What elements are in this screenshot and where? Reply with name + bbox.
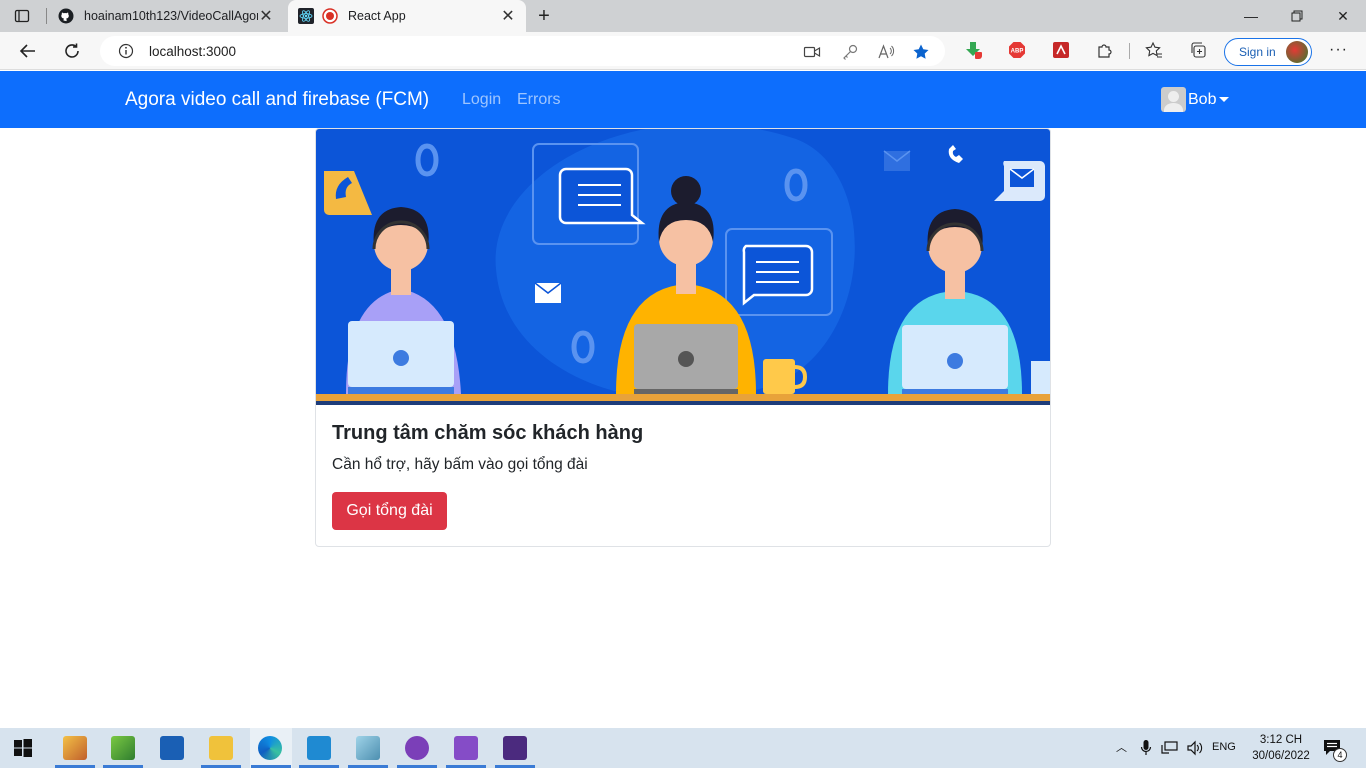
sign-in-label: Sign in xyxy=(1239,45,1276,59)
network-icon[interactable] xyxy=(1161,740,1179,756)
chevron-up-icon[interactable]: ︿ xyxy=(1116,739,1127,755)
sign-in-button[interactable]: Sign in xyxy=(1224,38,1312,66)
visual-studio-icon[interactable] xyxy=(454,736,478,760)
tab-actions-icon[interactable] xyxy=(14,8,30,24)
favorite-star-icon[interactable] xyxy=(912,43,930,61)
react-icon xyxy=(298,8,314,24)
address-bar[interactable]: localhost:3000 xyxy=(100,36,945,66)
extension-icon[interactable] xyxy=(1052,41,1070,59)
windows-taskbar: ︿ ENG 3:12 CH 30/06/2022 4 xyxy=(0,728,1366,768)
user-dropdown[interactable]: Bob xyxy=(1161,87,1230,112)
paint-app-icon[interactable] xyxy=(63,736,87,760)
customer-support-illustration xyxy=(316,129,1050,405)
close-window-icon[interactable]: ✕ xyxy=(1320,0,1366,32)
adblock-plus-icon[interactable]: ABP xyxy=(1008,41,1026,59)
favorites-icon[interactable] xyxy=(1145,41,1163,59)
collections-icon[interactable] xyxy=(1189,41,1207,59)
close-tab-icon[interactable]: ✕ xyxy=(258,6,274,26)
svg-text:ABP: ABP xyxy=(1011,49,1024,55)
browser-toolbar: localhost:3000 ABP Sign in ··· xyxy=(0,32,1366,70)
app-icon[interactable] xyxy=(356,736,380,760)
dropdown-caret-icon xyxy=(1219,97,1230,102)
clock-time: 3:12 CH xyxy=(1259,734,1303,746)
notepad-app-icon[interactable] xyxy=(111,736,135,760)
restore-icon[interactable] xyxy=(1274,0,1320,32)
read-aloud-icon[interactable] xyxy=(877,43,895,61)
minimize-icon[interactable]: — xyxy=(1228,0,1274,32)
download-extension-icon[interactable] xyxy=(964,41,982,59)
card-title: Trung tâm chăm sóc khách hàng xyxy=(332,422,644,444)
microphone-icon[interactable] xyxy=(1140,739,1152,757)
github-desktop-icon[interactable] xyxy=(405,736,429,760)
navbar-brand[interactable]: Agora video call and firebase (FCM) xyxy=(125,89,429,111)
recording-icon xyxy=(322,8,338,24)
edge-browser-icon[interactable] xyxy=(258,736,282,760)
support-card: Trung tâm chăm sóc khách hàng Cần hổ trợ… xyxy=(315,128,1051,547)
card-text: Cần hổ trợ, hãy bấm vào gọi tổng đài xyxy=(332,456,588,473)
extensions-puzzle-icon[interactable] xyxy=(1096,41,1114,59)
call-switchboard-button[interactable]: Gọi tổng đài xyxy=(332,492,447,530)
language-indicator[interactable]: ENG xyxy=(1212,741,1236,753)
nav-link-errors[interactable]: Errors xyxy=(517,91,561,109)
tab-react-app[interactable]: React App ✕ xyxy=(288,0,526,32)
tab-title: hoainam10th123/VideoCallAgora xyxy=(84,9,258,23)
info-icon[interactable] xyxy=(118,43,134,59)
tab-title: React App xyxy=(348,9,406,23)
refresh-icon[interactable] xyxy=(59,38,85,64)
browser-tab-bar: hoainam10th123/VideoCallAgora ✕ React Ap… xyxy=(0,0,1366,32)
key-icon[interactable] xyxy=(841,43,859,61)
vscode-icon[interactable] xyxy=(307,736,331,760)
tab-separator xyxy=(46,8,47,24)
back-icon[interactable] xyxy=(15,38,41,64)
user-name: Bob xyxy=(1188,90,1217,108)
notification-count-badge: 4 xyxy=(1333,748,1347,762)
profile-avatar-icon xyxy=(1286,41,1308,63)
file-explorer-icon[interactable] xyxy=(209,736,233,760)
nav-link-login[interactable]: Login xyxy=(462,91,501,109)
url-text[interactable]: localhost:3000 xyxy=(149,44,236,59)
tab-github[interactable]: hoainam10th123/VideoCallAgora ✕ xyxy=(48,0,284,32)
close-tab-icon[interactable]: ✕ xyxy=(500,6,516,26)
toolbar-separator xyxy=(1129,43,1130,59)
more-icon[interactable]: ··· xyxy=(1329,41,1348,59)
new-tab-icon[interactable]: + xyxy=(534,4,554,28)
windows-start-icon[interactable] xyxy=(13,738,33,758)
volume-icon[interactable] xyxy=(1186,740,1204,756)
github-icon xyxy=(58,8,74,24)
terminal-icon[interactable] xyxy=(503,736,527,760)
user-avatar-icon xyxy=(1161,87,1186,112)
clock-date: 30/06/2022 xyxy=(1252,750,1310,762)
camera-icon[interactable] xyxy=(803,43,821,61)
app-navbar: Agora video call and firebase (FCM) Logi… xyxy=(0,71,1366,128)
mail-app-icon[interactable] xyxy=(160,736,184,760)
clock[interactable]: 3:12 CH 30/06/2022 xyxy=(1246,732,1316,764)
